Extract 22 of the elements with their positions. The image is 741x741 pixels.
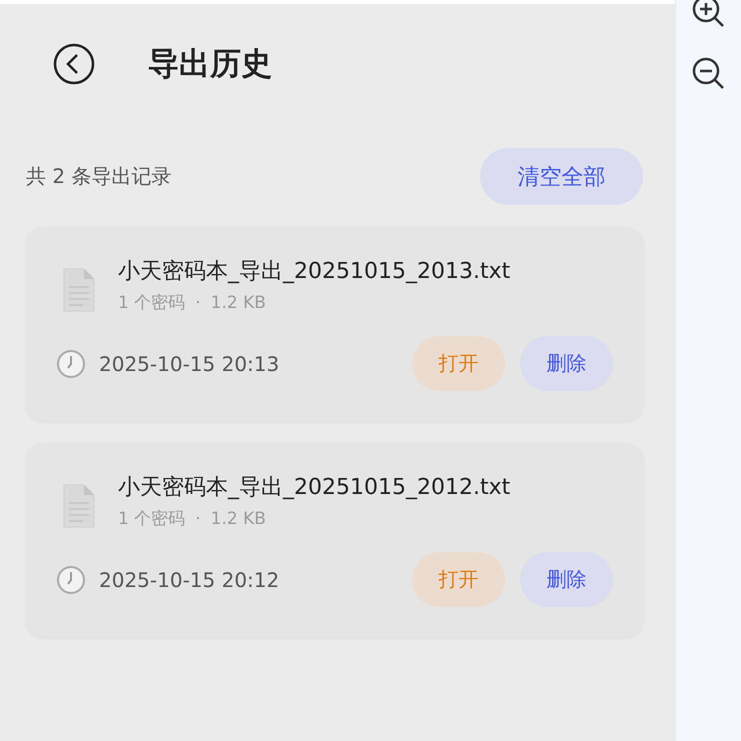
open-button[interactable]: 打开 — [412, 336, 505, 391]
open-button[interactable]: 打开 — [412, 552, 505, 607]
clear-all-button[interactable]: 清空全部 — [480, 148, 643, 205]
page-title: 导出历史 — [148, 45, 272, 84]
separator-dot: · — [195, 508, 201, 528]
file-name: 小天密码本_导出_20251015_2012.txt — [118, 474, 510, 502]
password-count: 1 个密码 — [118, 508, 186, 530]
delete-button[interactable]: 删除 — [520, 552, 613, 607]
back-button[interactable] — [53, 43, 95, 85]
clock-icon — [56, 564, 86, 594]
record-count: 共 2 条导出记录 — [26, 163, 172, 190]
delete-button[interactable]: 删除 — [520, 336, 613, 391]
clock-icon — [56, 348, 86, 378]
file-size: 1.2 KB — [210, 292, 266, 312]
password-count: 1 个密码 — [118, 292, 186, 314]
separator-dot: · — [195, 292, 201, 312]
file-icon — [62, 267, 96, 313]
file-name: 小天密码本_导出_20251015_2013.txt — [118, 258, 510, 286]
file-icon — [62, 483, 96, 529]
file-size: 1.2 KB — [210, 508, 266, 528]
export-time: 2025-10-15 20:13 — [99, 352, 280, 376]
export-time: 2025-10-15 20:12 — [99, 568, 280, 592]
